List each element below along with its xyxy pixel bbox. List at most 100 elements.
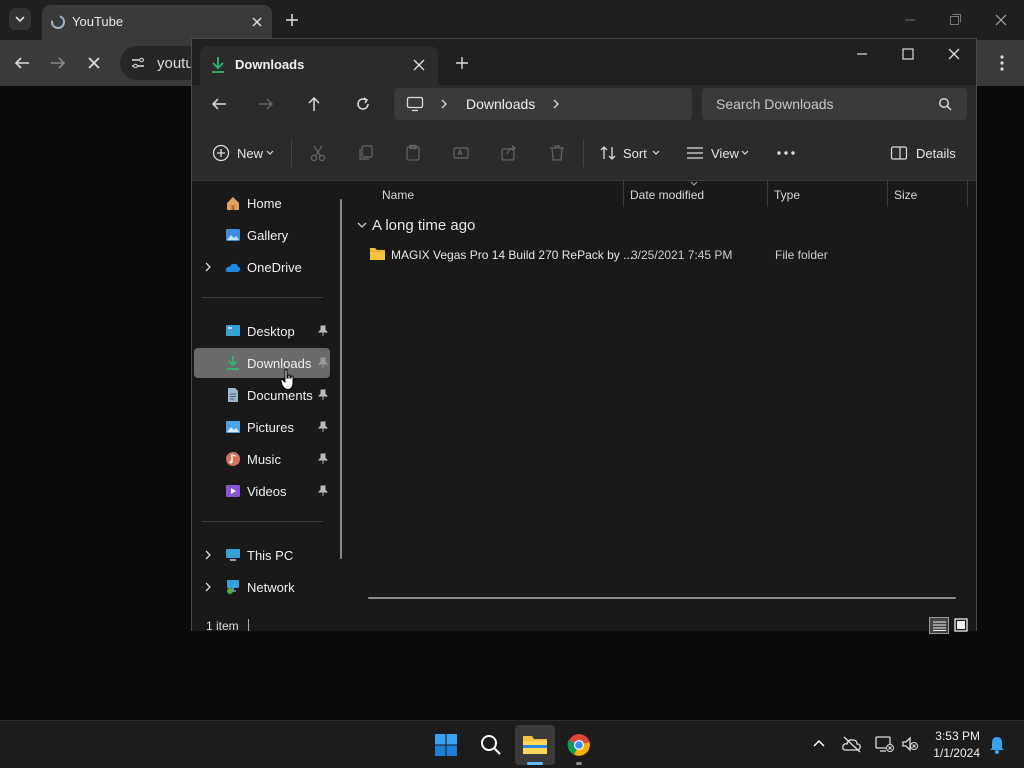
gallery-icon <box>226 229 240 241</box>
sidebar-item-this-pc[interactable]: This PC <box>194 540 330 570</box>
new-tab-icon[interactable] <box>284 12 300 28</box>
column-divider[interactable] <box>623 181 624 207</box>
column-divider[interactable] <box>967 181 968 207</box>
copy-icon[interactable] <box>357 144 375 162</box>
file-type: File folder <box>775 248 828 262</box>
sidebar-item-desktop[interactable]: Desktop <box>194 316 330 346</box>
chevron-up-icon[interactable] <box>812 738 826 748</box>
table-row[interactable]: MAGIX Vegas Pro 14 Build 270 RePack by .… <box>363 243 968 267</box>
sidebar-scrollbar[interactable] <box>340 199 342 559</box>
sidebar-item-label: Gallery <box>247 228 289 243</box>
sidebar-item-onedrive[interactable]: OneDrive <box>194 252 330 282</box>
tab-search-button[interactable] <box>9 8 31 30</box>
separator <box>202 521 323 522</box>
download-arrow-icon <box>212 57 224 73</box>
taskbar: 3:53 PM 1/1/2024 <box>0 720 1024 768</box>
view-button-label: View <box>711 146 739 161</box>
maximize-icon[interactable] <box>901 47 915 61</box>
column-header-date-modified[interactable]: Date modified <box>630 188 704 202</box>
browser-minimize-icon[interactable] <box>902 12 918 28</box>
view-button[interactable]: View <box>682 139 754 167</box>
column-header-row: Name Date modified Type Size <box>349 181 976 207</box>
column-header-size[interactable]: Size <box>894 188 917 202</box>
group-header[interactable]: A long time ago <box>355 215 655 237</box>
close-window-icon[interactable] <box>947 47 961 61</box>
breadcrumb-downloads[interactable]: Downloads <box>466 96 535 112</box>
sort-arrows-icon <box>600 146 616 160</box>
back-arrow-icon[interactable] <box>13 54 31 72</box>
delete-icon[interactable] <box>548 144 566 162</box>
clock-date[interactable]: 1/1/2024 <box>933 746 980 760</box>
sidebar-item-gallery[interactable]: Gallery <box>194 220 330 250</box>
taskbar-chrome[interactable] <box>559 725 599 765</box>
group-header-label: A long time ago <box>372 217 476 234</box>
column-divider[interactable] <box>887 181 888 207</box>
new-button[interactable]: New <box>206 139 276 167</box>
sidebar-item-documents[interactable]: Documents <box>194 380 330 410</box>
close-tab-icon[interactable] <box>249 14 265 30</box>
taskbar-file-explorer[interactable] <box>515 725 555 765</box>
column-header-type[interactable]: Type <box>774 188 800 202</box>
stop-loading-icon[interactable] <box>85 54 103 72</box>
sidebar-item-network[interactable]: Network <box>194 572 330 602</box>
forward-arrow-icon[interactable] <box>258 96 274 112</box>
share-icon[interactable] <box>500 144 518 162</box>
sort-button[interactable]: Sort <box>594 139 664 167</box>
tiles-view-button[interactable] <box>952 617 970 634</box>
browser-close-icon[interactable] <box>993 12 1009 28</box>
chevron-right-icon[interactable] <box>204 582 212 592</box>
notification-bell-icon[interactable] <box>989 736 1005 754</box>
hand-cursor-icon <box>280 369 294 390</box>
active-app-indicator <box>527 762 543 765</box>
horizontal-scrollbar[interactable] <box>368 597 956 599</box>
volume-muted-icon[interactable] <box>901 735 919 753</box>
back-arrow-icon[interactable] <box>211 96 227 112</box>
sidebar-item-music[interactable]: Music <box>194 444 330 474</box>
browser-tab-title: YouTube <box>72 14 124 29</box>
pin-icon[interactable] <box>318 453 328 465</box>
column-divider[interactable] <box>767 181 768 207</box>
refresh-icon[interactable] <box>355 96 371 112</box>
sidebar-item-pictures[interactable]: Pictures <box>194 412 330 442</box>
minimize-icon[interactable] <box>855 47 869 61</box>
site-settings-icon[interactable] <box>130 55 146 71</box>
network-status-icon[interactable] <box>874 735 894 753</box>
details-pane-button[interactable]: Details <box>886 139 956 167</box>
sidebar-item-label: Videos <box>247 484 287 499</box>
clock-time[interactable]: 3:53 PM <box>935 729 980 743</box>
browser-restore-icon[interactable] <box>947 12 963 28</box>
search-button[interactable] <box>471 725 511 765</box>
browser-tab-youtube[interactable]: YouTube <box>42 5 272 40</box>
search-icon[interactable] <box>938 97 952 111</box>
chevron-right-icon[interactable] <box>551 98 561 110</box>
close-tab-icon[interactable] <box>412 58 426 72</box>
pin-icon[interactable] <box>318 421 328 433</box>
pin-icon[interactable] <box>318 325 328 337</box>
explorer-tab-downloads[interactable]: Downloads <box>200 46 438 85</box>
onedrive-icon <box>225 263 241 272</box>
onedrive-offline-icon[interactable] <box>842 735 862 753</box>
browser-menu-icon[interactable] <box>994 54 1010 72</box>
sidebar-item-videos[interactable]: Videos <box>194 476 330 506</box>
pin-icon[interactable] <box>318 357 328 369</box>
start-button[interactable] <box>426 725 466 765</box>
cut-icon[interactable] <box>309 144 327 162</box>
sidebar-item-home[interactable]: Home <box>194 188 330 218</box>
new-tab-icon[interactable] <box>455 56 469 70</box>
forward-arrow-icon[interactable] <box>49 54 67 72</box>
chevron-right-icon[interactable] <box>439 98 449 110</box>
pin-icon[interactable] <box>318 389 328 401</box>
up-arrow-icon[interactable] <box>306 96 322 112</box>
sidebar-item-downloads[interactable]: Downloads <box>194 348 330 378</box>
more-options-icon[interactable] <box>776 150 796 156</box>
chevron-right-icon[interactable] <box>204 550 212 560</box>
chevron-right-icon[interactable] <box>204 262 212 272</box>
column-header-name[interactable]: Name <box>382 188 414 202</box>
pin-icon[interactable] <box>318 485 328 497</box>
address-bar[interactable]: Downloads <box>394 88 692 120</box>
details-view-button[interactable] <box>929 617 949 634</box>
search-box[interactable]: Search Downloads <box>702 88 967 120</box>
sidebar-item-label: Desktop <box>247 324 295 339</box>
paste-icon[interactable] <box>404 144 422 162</box>
rename-icon[interactable] <box>452 144 470 162</box>
